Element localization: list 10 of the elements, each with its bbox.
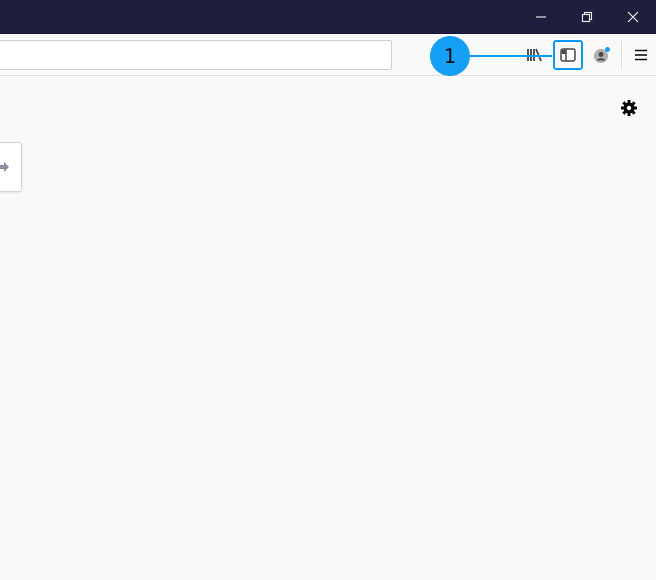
sidebar-icon <box>560 48 576 62</box>
close-icon <box>627 11 639 23</box>
settings-button[interactable] <box>619 98 639 118</box>
settings-icon <box>620 99 638 117</box>
account-icon <box>593 46 611 64</box>
library-icon <box>526 48 542 62</box>
restore-icon <box>581 11 593 23</box>
sidebar-button[interactable] <box>553 40 583 70</box>
arrow-icon <box>0 162 9 172</box>
menu-icon <box>634 48 648 60</box>
